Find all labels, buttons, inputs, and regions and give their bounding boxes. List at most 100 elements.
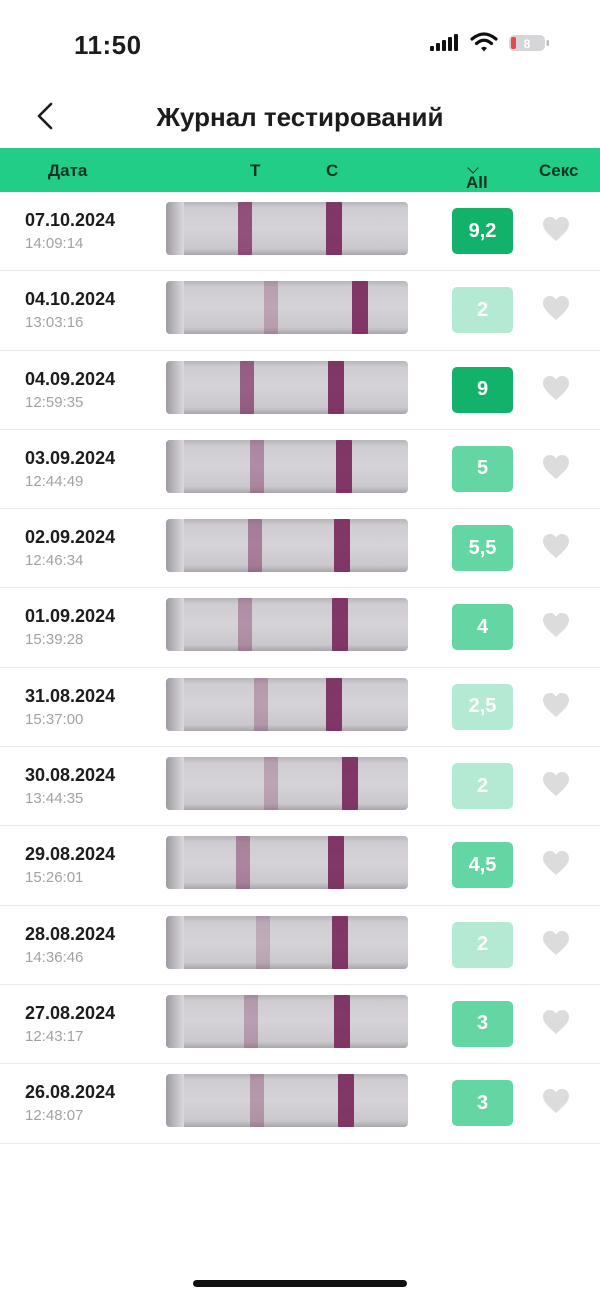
strip-test-line: [256, 915, 270, 969]
row-time: 14:09:14: [25, 235, 84, 252]
score-badge[interactable]: 9,2: [452, 208, 513, 254]
test-log-row[interactable]: 03.09.2024 12:44:49 5: [0, 430, 600, 510]
strip-control-line: [332, 915, 348, 969]
test-strip-image: [166, 439, 408, 493]
score-badge[interactable]: 4: [452, 604, 513, 651]
test-log-row[interactable]: 30.08.2024 13:44:35 2: [0, 747, 600, 827]
column-sex: Секс: [539, 161, 579, 180]
home-indicator[interactable]: [193, 1280, 407, 1287]
strip-control-line: [326, 202, 342, 255]
row-time: 12:46:34: [25, 552, 84, 570]
row-date: 03.09.2024: [25, 447, 116, 468]
column-header-band: Дата T C All Секс: [0, 148, 600, 192]
test-log-row[interactable]: 04.09.2024 12:59:35 9: [0, 351, 600, 430]
row-date: 01.09.2024: [25, 606, 116, 627]
test-log-row[interactable]: 07.10.2024 14:09:14 9,2: [0, 192, 600, 272]
strip-control-line: [336, 439, 352, 493]
heart-icon[interactable]: [542, 930, 570, 956]
test-strip-image: [166, 598, 408, 652]
test-log-row[interactable]: 02.09.2024 12:46:34 5,5: [0, 509, 600, 589]
test-log-row[interactable]: 01.09.2024 15:39:28 4: [0, 588, 600, 668]
row-time: 15:39:28: [25, 631, 84, 649]
score-badge[interactable]: 4,5: [452, 842, 513, 889]
score-badge[interactable]: 3: [452, 1080, 513, 1127]
heart-icon[interactable]: [542, 692, 570, 718]
strip-test-line: [264, 757, 278, 811]
column-date: Дата: [48, 161, 88, 180]
heart-icon[interactable]: [542, 375, 570, 401]
strip-edge: [166, 360, 184, 414]
strip-edge: [166, 439, 184, 493]
score-badge[interactable]: 3: [452, 1000, 513, 1047]
test-strip-image: [166, 677, 408, 731]
row-date: 26.08.2024: [25, 1082, 116, 1103]
row-date: 31.08.2024: [25, 685, 116, 706]
heart-icon[interactable]: [542, 1088, 570, 1114]
test-log-row[interactable]: 26.08.2024 12:48:07 3: [0, 1064, 600, 1144]
strip-edge: [166, 281, 184, 335]
strip-test-line: [264, 281, 278, 335]
status-bar: 11:50 8: [0, 0, 600, 90]
strip-control-line: [328, 360, 344, 414]
strip-edge: [166, 598, 184, 652]
score-badge[interactable]: 2: [452, 921, 513, 968]
test-log-row[interactable]: 04.10.2024 13:03:16 2: [0, 271, 600, 351]
row-date: 29.08.2024: [25, 844, 116, 865]
test-log-row[interactable]: 31.08.2024 15:37:00 2,5: [0, 668, 600, 748]
test-strip-image: [166, 281, 408, 335]
test-strip-image: [166, 202, 408, 255]
strip-edge: [166, 915, 184, 969]
row-date: 02.09.2024: [25, 527, 116, 548]
heart-icon[interactable]: [542, 771, 570, 797]
strip-control-line: [332, 598, 348, 652]
heart-icon[interactable]: [542, 295, 570, 321]
row-date: 28.08.2024: [25, 923, 116, 944]
row-time: 12:44:49: [25, 472, 84, 490]
heart-icon[interactable]: [542, 533, 570, 559]
strip-test-line: [240, 360, 254, 414]
strip-test-line: [238, 598, 252, 652]
row-date: 30.08.2024: [25, 765, 116, 786]
heart-icon[interactable]: [542, 850, 570, 876]
strip-control-line: [334, 519, 350, 573]
filter-all-label: All: [466, 173, 488, 192]
row-date: 04.09.2024: [25, 368, 116, 389]
score-badge[interactable]: 2: [452, 287, 513, 334]
test-log-list: 07.10.2024 14:09:14 9,2 04.10.2024 13:03:16 2…: [0, 192, 600, 1144]
strip-edge: [166, 677, 184, 731]
filter-all-dropdown[interactable]: All: [466, 160, 488, 192]
heart-icon[interactable]: [542, 454, 570, 480]
test-strip-image: [166, 519, 408, 573]
test-log-row[interactable]: 29.08.2024 15:26:01 4,5: [0, 826, 600, 906]
wifi-icon: [470, 32, 498, 52]
strip-control-line: [334, 994, 350, 1048]
score-badge[interactable]: 5: [452, 445, 513, 492]
row-time: 14:36:46: [25, 948, 84, 966]
test-strip-image: [166, 757, 408, 811]
strip-edge: [166, 519, 184, 573]
score-badge[interactable]: 2: [452, 763, 513, 810]
test-strip-image: [166, 994, 408, 1048]
strip-control-line: [338, 1074, 354, 1128]
battery-level: 8: [524, 37, 531, 51]
test-strip-image: [166, 915, 408, 969]
score-badge[interactable]: 2,5: [452, 683, 513, 730]
row-date: 27.08.2024: [25, 1002, 116, 1023]
strip-edge: [166, 994, 184, 1048]
row-time: 15:37:00: [25, 710, 84, 728]
strip-test-line: [236, 836, 250, 890]
heart-icon[interactable]: [542, 1009, 570, 1035]
test-log-row[interactable]: 28.08.2024 14:36:46 2: [0, 906, 600, 985]
strip-control-line: [326, 677, 342, 731]
heart-icon[interactable]: [542, 612, 570, 638]
strip-test-line: [244, 994, 258, 1048]
heart-icon[interactable]: [542, 216, 570, 242]
test-log-row[interactable]: 27.08.2024 12:43:17 3: [0, 985, 600, 1065]
strip-test-line: [238, 202, 252, 255]
score-badge[interactable]: 5,5: [452, 525, 513, 572]
test-strip-image: [166, 836, 408, 890]
row-time: 12:43:17: [25, 1027, 84, 1045]
score-badge[interactable]: 9: [452, 366, 513, 413]
strip-test-line: [250, 439, 264, 493]
strip-control-line: [352, 281, 368, 335]
